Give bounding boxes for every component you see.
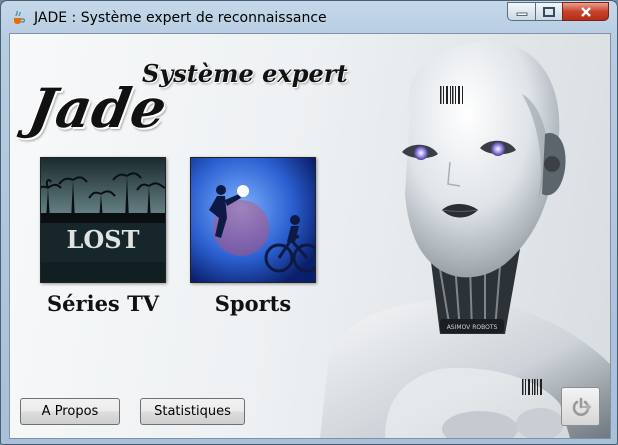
svg-text:ASIMOV ROBOTS: ASIMOV ROBOTS <box>447 324 498 331</box>
about-button[interactable]: A Propos <box>20 398 120 425</box>
exit-button[interactable] <box>561 387 600 426</box>
minimize-icon <box>516 12 527 16</box>
title-bar[interactable]: JADE : Système expert de reconnaissance <box>1 1 617 33</box>
logo-subtitle: Système expert <box>142 59 348 88</box>
lost-image: LOST <box>41 158 165 282</box>
maximize-button[interactable] <box>535 2 562 21</box>
java-cup-icon <box>10 9 26 25</box>
exit-power-icon <box>572 397 591 416</box>
close-button[interactable] <box>562 2 609 21</box>
tv-series-tile[interactable]: LOST <box>40 157 166 283</box>
main-panel: ASIMOV ROBOTS Jade Système expert LOST S… <box>9 33 611 439</box>
lost-logo-text: LOST <box>67 225 140 254</box>
tv-series-label[interactable]: Séries TV <box>40 291 166 316</box>
jade-logo: Jade Système expert <box>24 54 354 164</box>
statistics-button[interactable]: Statistiques <box>140 398 245 425</box>
sports-image <box>191 158 315 282</box>
window-controls <box>507 2 609 22</box>
maximize-icon <box>543 6 555 17</box>
app-window: JADE : Système expert de reconnaissance <box>0 0 618 445</box>
sports-label[interactable]: Sports <box>190 291 316 316</box>
minimize-button[interactable] <box>507 2 535 21</box>
close-icon <box>580 6 591 17</box>
window-title: JADE : Système expert de reconnaissance <box>34 10 327 26</box>
sports-tile[interactable] <box>190 157 316 283</box>
